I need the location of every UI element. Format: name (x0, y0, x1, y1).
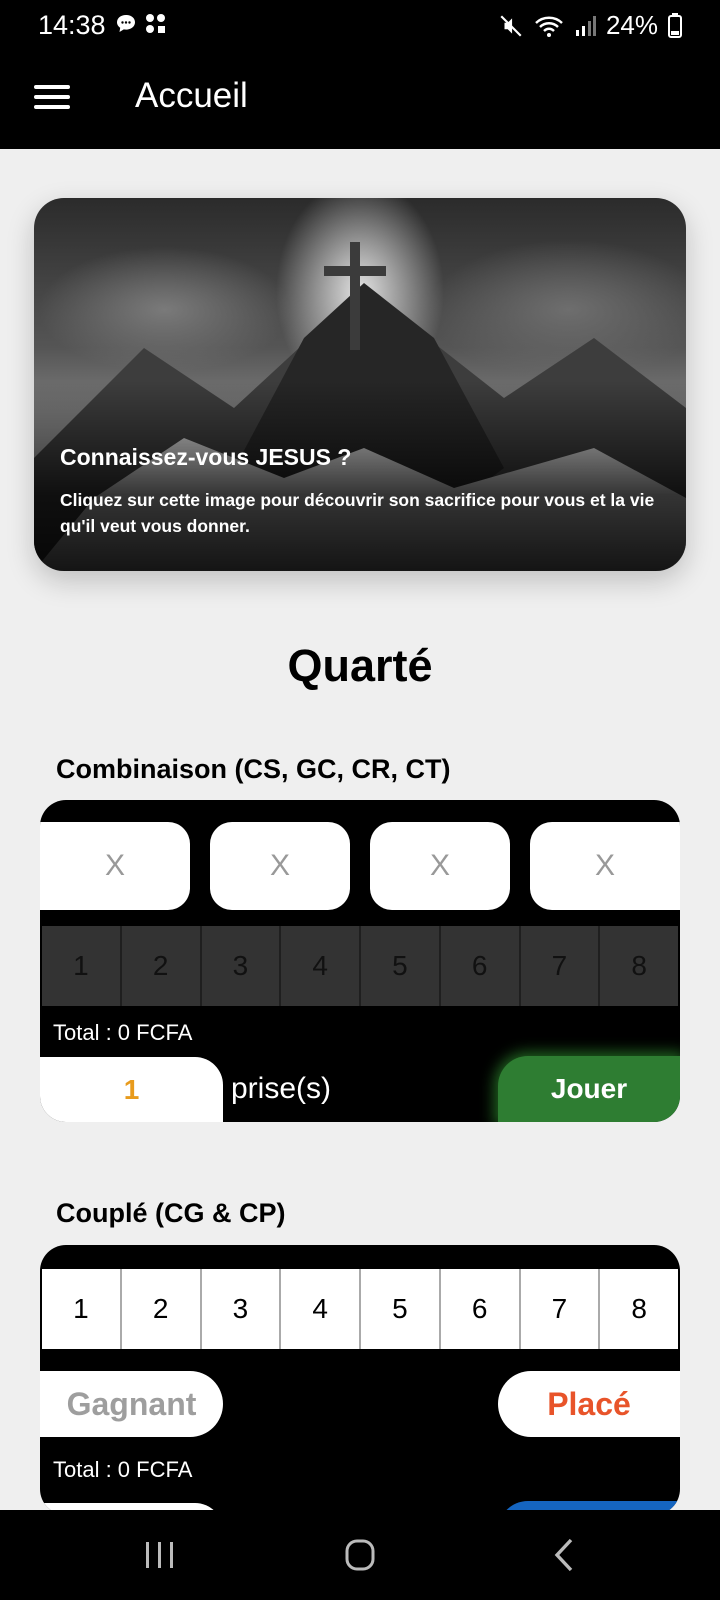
chat-bubble-icon (117, 15, 135, 32)
app-bar: Accueil (0, 52, 720, 149)
quarte-total: Total : 0 FCFA (53, 1020, 193, 1045)
hamburger-icon[interactable] (30, 80, 74, 120)
system-nav-bar (0, 1510, 720, 1600)
number-button[interactable]: 8 (600, 926, 678, 1006)
status-bar: 14:38 24% (0, 0, 720, 52)
banner-shade (34, 381, 686, 571)
couple-number-row: 1 2 3 4 5 6 7 8 (42, 1269, 678, 1349)
place-button[interactable]: Placé (498, 1371, 680, 1437)
couple-label: Couplé (CG & CP) (56, 1198, 286, 1228)
prise-input[interactable]: 1 (40, 1057, 223, 1122)
number-button[interactable]: 2 (121, 926, 202, 1006)
number-button[interactable]: 7 (520, 926, 601, 1006)
number-button[interactable]: 1 (42, 926, 122, 1006)
status-right: 24% (498, 10, 682, 41)
recents-icon[interactable] (130, 1532, 190, 1578)
prise-label: prise(s) (231, 1072, 332, 1105)
quarte-card: X X X X 1 2 3 4 5 6 7 8 Total : 0 FCFA 1… (40, 800, 680, 1122)
screen: 14:38 24% Accueil Connaissez-vous JESUS … (0, 0, 720, 1600)
number-button[interactable]: 3 (201, 1269, 282, 1349)
slot-2[interactable]: X (210, 822, 350, 910)
quarte-number-row: 1 2 3 4 5 6 7 8 (42, 926, 678, 1006)
number-button[interactable]: 1 (42, 1269, 122, 1349)
couple-card: 1 2 3 4 5 6 7 8 Gagnant Placé Total : 0 … (40, 1245, 680, 1515)
status-time: 14:38 (38, 10, 106, 40)
home-icon[interactable] (330, 1532, 390, 1578)
slot-1[interactable]: X (40, 822, 190, 910)
quarte-label: Combinaison (CS, GC, CR, CT) (56, 754, 451, 784)
banner-title: Connaissez-vous JESUS ? (60, 444, 352, 470)
jouer-button[interactable]: Jouer (498, 1056, 680, 1122)
section-heading: Quarté (287, 640, 433, 691)
combination-slots: X X X X (40, 822, 680, 910)
slot-3[interactable]: X (370, 822, 510, 910)
number-button[interactable]: 5 (361, 1269, 441, 1349)
number-button[interactable]: 6 (440, 926, 521, 1006)
page-title: Accueil (135, 76, 248, 115)
number-button[interactable]: 5 (361, 926, 441, 1006)
number-button[interactable]: 8 (600, 1269, 678, 1349)
number-button[interactable]: 6 (440, 1269, 521, 1349)
jesus-banner[interactable]: Connaissez-vous JESUS ? Cliquez sur cett… (34, 198, 686, 571)
number-button[interactable]: 7 (520, 1269, 601, 1349)
couple-total: Total : 0 FCFA (53, 1457, 193, 1482)
slot-4[interactable]: X (530, 822, 680, 910)
battery-percent: 24% (605, 10, 658, 40)
dots-icon (146, 14, 165, 33)
wifi-icon (535, 16, 563, 37)
number-button[interactable]: 4 (281, 926, 361, 1006)
back-icon[interactable] (535, 1532, 595, 1578)
number-button[interactable]: 3 (201, 926, 282, 1006)
gagnant-button[interactable]: Gagnant (40, 1371, 223, 1437)
battery-icon (668, 12, 682, 38)
mute-icon (500, 14, 522, 37)
number-button[interactable]: 2 (121, 1269, 202, 1349)
banner-subtitle: Cliquez sur cette image pour découvrir s… (60, 490, 655, 536)
signal-icon (575, 15, 596, 36)
number-button[interactable]: 4 (281, 1269, 361, 1349)
